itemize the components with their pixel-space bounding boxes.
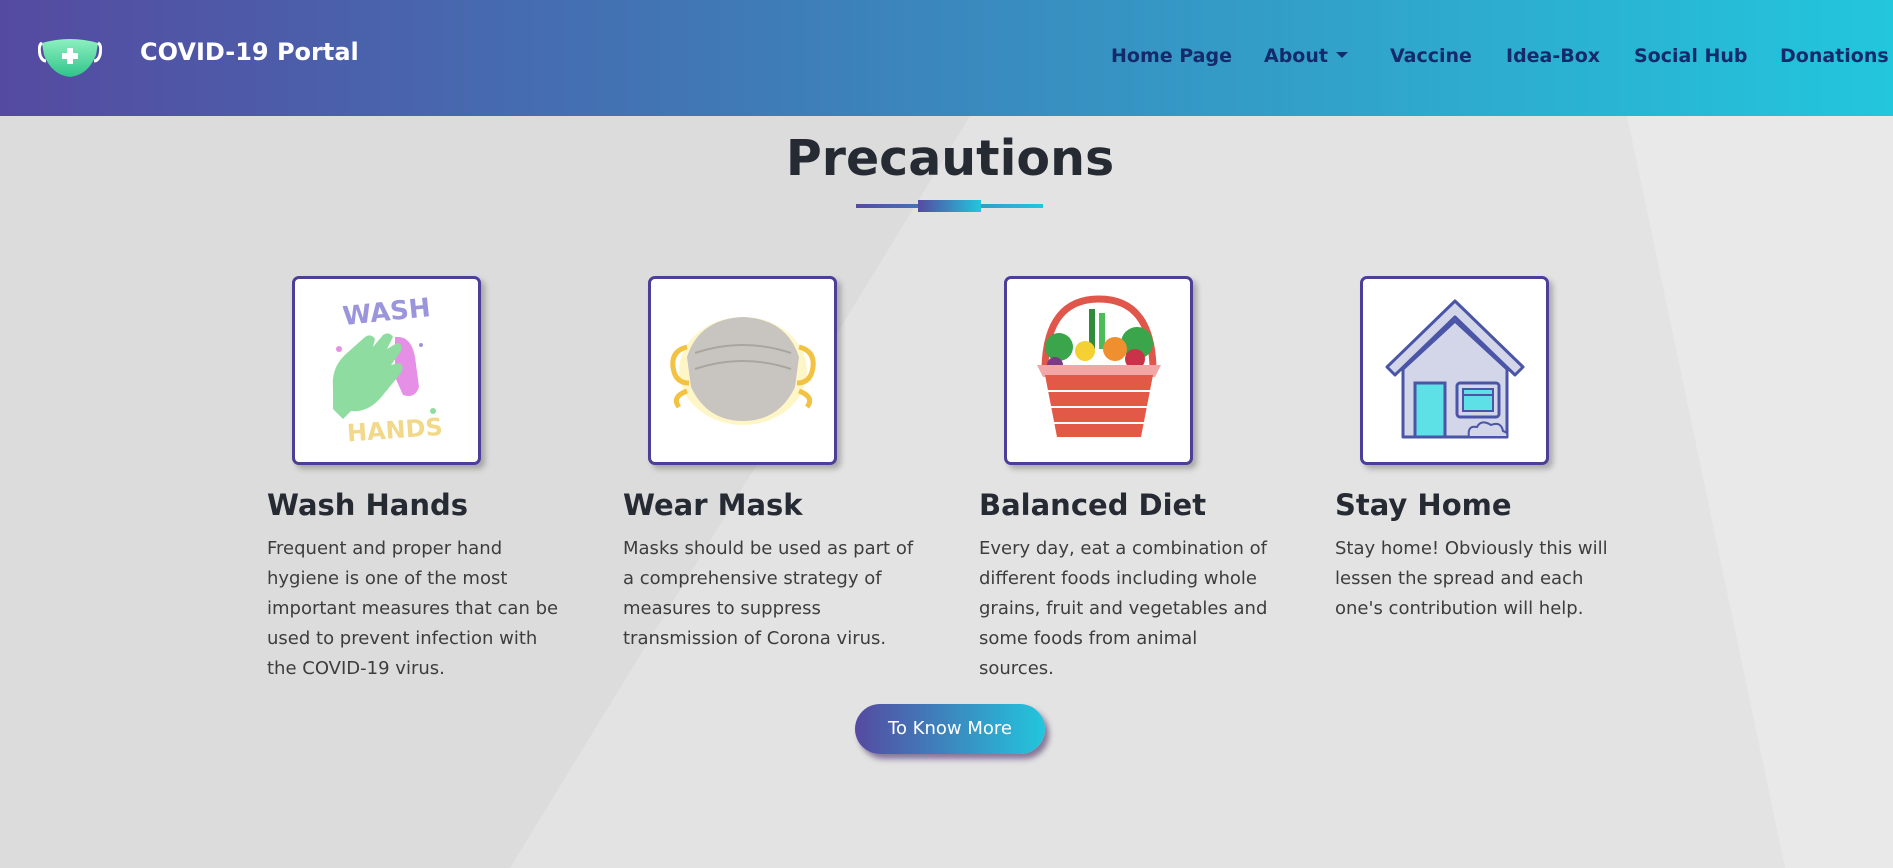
svg-text:HANDS: HANDS [346,413,444,448]
title-underline [856,200,1043,212]
brand-title[interactable]: COVID-19 Portal [140,38,359,66]
nav-donations[interactable]: Donations [1780,45,1889,67]
card-title: Balanced Diet [979,488,1207,522]
svg-text:WASH: WASH [341,293,432,332]
card-text: Stay home! Obviously this will lessen th… [1335,538,1608,619]
nav-about-dropdown[interactable]: About [1264,45,1348,67]
card-title: Wash Hands [267,488,469,522]
house-icon [1385,299,1525,439]
nav-about-label: About [1264,45,1328,67]
navbar: COVID-19 Portal Home Page About Vaccine … [0,0,1893,116]
icon-box: WASH HANDS [292,276,481,465]
icon-box [1004,276,1193,465]
to-know-more-button[interactable]: To Know More [855,704,1045,754]
nav-home-page[interactable]: Home Page [1111,45,1232,67]
card-text: Every day, eat a combination of differen… [979,538,1268,679]
card-title: Wear Mask [623,488,803,522]
icon-box [1360,276,1549,465]
face-mask-icon [670,317,816,425]
card-title: Stay Home [1335,488,1512,522]
chevron-down-icon [1335,51,1348,58]
nav-idea-box[interactable]: Idea-Box [1506,45,1600,67]
mask-plus-icon[interactable] [38,33,102,79]
card-text: Frequent and proper hand hygiene is one … [267,538,559,679]
nav-social-hub[interactable]: Social Hub [1634,45,1748,67]
nav-vaccine[interactable]: Vaccine [1390,45,1472,67]
food-basket-icon [1037,295,1161,437]
icon-box [648,276,837,465]
wash-hands-icon: WASH HANDS [332,293,444,448]
card-text: Masks should be used as part of a compre… [623,538,914,649]
section-title: Precautions [785,130,1115,187]
